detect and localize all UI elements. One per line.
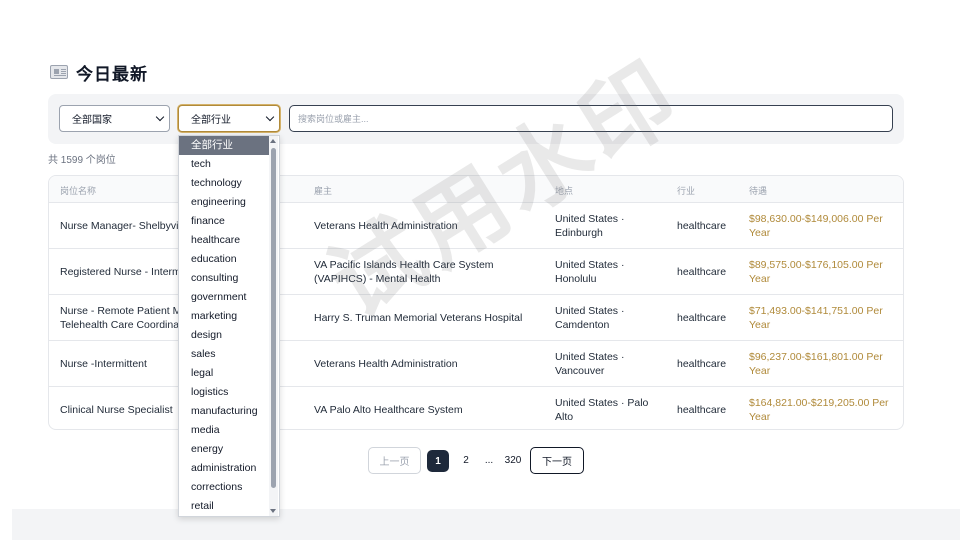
page-button-last[interactable]: 320 — [502, 447, 524, 474]
chevron-down-icon — [265, 112, 275, 122]
job-salary: $89,575.00-$176,105.00 Per Year — [749, 258, 883, 285]
dropdown-option[interactable]: energy — [179, 440, 269, 459]
dropdown-option[interactable]: retail — [179, 497, 269, 516]
job-industry: healthcare — [677, 357, 727, 370]
job-industry: healthcare — [677, 219, 727, 232]
country-select[interactable]: 全部国家 — [59, 105, 170, 132]
dropdown-option[interactable]: marketing — [179, 307, 269, 326]
filter-bar: 全部国家 全部行业 — [48, 94, 904, 144]
scrollbar-thumb[interactable] — [271, 148, 276, 488]
column-header-employer: 雇主 — [314, 186, 333, 196]
job-location: United States · Palo Alto — [555, 397, 649, 423]
chevron-down-icon — [155, 112, 165, 122]
industry-select[interactable]: 全部行业 — [178, 105, 280, 132]
dropdown-option[interactable]: healthcare — [179, 231, 269, 250]
job-employer: VA Pacific Islands Health Care System (V… — [314, 258, 494, 285]
page-button-current[interactable]: 1 — [427, 450, 449, 472]
job-employer: Harry S. Truman Memorial Veterans Hospit… — [314, 311, 523, 324]
dropdown-option[interactable]: corrections — [179, 478, 269, 497]
column-header-industry: 行业 — [677, 186, 696, 196]
dropdown-option[interactable]: media — [179, 421, 269, 440]
job-industry: healthcare — [677, 404, 727, 416]
job-employer: Veterans Health Administration — [314, 357, 458, 370]
dropdown-option[interactable]: logistics — [179, 383, 269, 402]
dropdown-option[interactable]: design — [179, 326, 269, 345]
dropdown-option[interactable]: government — [179, 288, 269, 307]
dropdown-option[interactable]: legal — [179, 364, 269, 383]
prev-page-button[interactable]: 上一页 — [368, 447, 421, 474]
column-header-location: 地点 — [555, 186, 574, 196]
dropdown-option-all[interactable]: 全部行业 — [179, 136, 269, 155]
page-title: 今日最新 — [76, 64, 148, 84]
job-salary: $98,630.00-$149,006.00 Per Year — [749, 212, 883, 239]
dropdown-option[interactable]: administration — [179, 459, 269, 478]
dropdown-option[interactable]: consulting — [179, 269, 269, 288]
job-industry: healthcare — [677, 311, 727, 324]
dropdown-option[interactable]: education — [179, 250, 269, 269]
job-location: United States · Camdenton — [555, 304, 625, 331]
dropdown-option[interactable]: finance — [179, 212, 269, 231]
scroll-up-arrow-icon[interactable] — [270, 139, 276, 143]
dropdown-option[interactable]: sales — [179, 345, 269, 364]
page-button-2[interactable]: 2 — [458, 447, 474, 474]
scroll-down-arrow-icon[interactable] — [270, 509, 276, 513]
column-header-salary: 待遇 — [749, 186, 768, 196]
pagination: 上一页 1 2 ... 320 下一页 — [0, 447, 960, 475]
dropdown-option[interactable]: tech — [179, 155, 269, 174]
bottom-band — [12, 509, 960, 540]
page-header: 今日最新 — [50, 60, 148, 84]
country-select-value: 全部国家 — [72, 115, 112, 126]
job-industry: healthcare — [677, 265, 727, 278]
dropdown-option[interactable]: technology — [179, 174, 269, 193]
dropdown-options: 全部行业 tech technology engineering finance… — [179, 136, 279, 516]
search-input[interactable] — [289, 105, 893, 132]
job-location: United States · Edinburgh — [555, 212, 625, 239]
job-salary: $71,493.00-$141,751.00 Per Year — [749, 304, 883, 331]
next-page-button[interactable]: 下一页 — [530, 447, 584, 474]
industry-select-value: 全部行业 — [191, 115, 231, 126]
job-location: United States · Honolulu — [555, 258, 625, 285]
job-salary: $164,821.00-$219,205.00 Per Year — [749, 397, 889, 423]
dropdown-scrollbar[interactable] — [269, 136, 278, 516]
newspaper-icon — [50, 65, 68, 79]
job-employer: VA Palo Alto Healthcare System — [314, 404, 463, 416]
job-count: 共 1599 个岗位 — [48, 155, 116, 166]
page-ellipsis: ... — [484, 455, 494, 466]
dropdown-option[interactable]: engineering — [179, 193, 269, 212]
job-salary: $96,237.00-$161,801.00 Per Year — [749, 350, 883, 377]
job-location: United States · Vancouver — [555, 350, 625, 377]
dropdown-option[interactable]: manufacturing — [179, 402, 269, 421]
column-header-title: 岗位名称 — [60, 186, 97, 196]
industry-dropdown-list[interactable]: 全部行业 tech technology engineering finance… — [178, 135, 280, 517]
jobs-table: 岗位名称 雇主 地点 行业 待遇 Nurse Manager- Shelbyvi… — [48, 175, 904, 430]
job-employer: Veterans Health Administration — [314, 219, 458, 232]
